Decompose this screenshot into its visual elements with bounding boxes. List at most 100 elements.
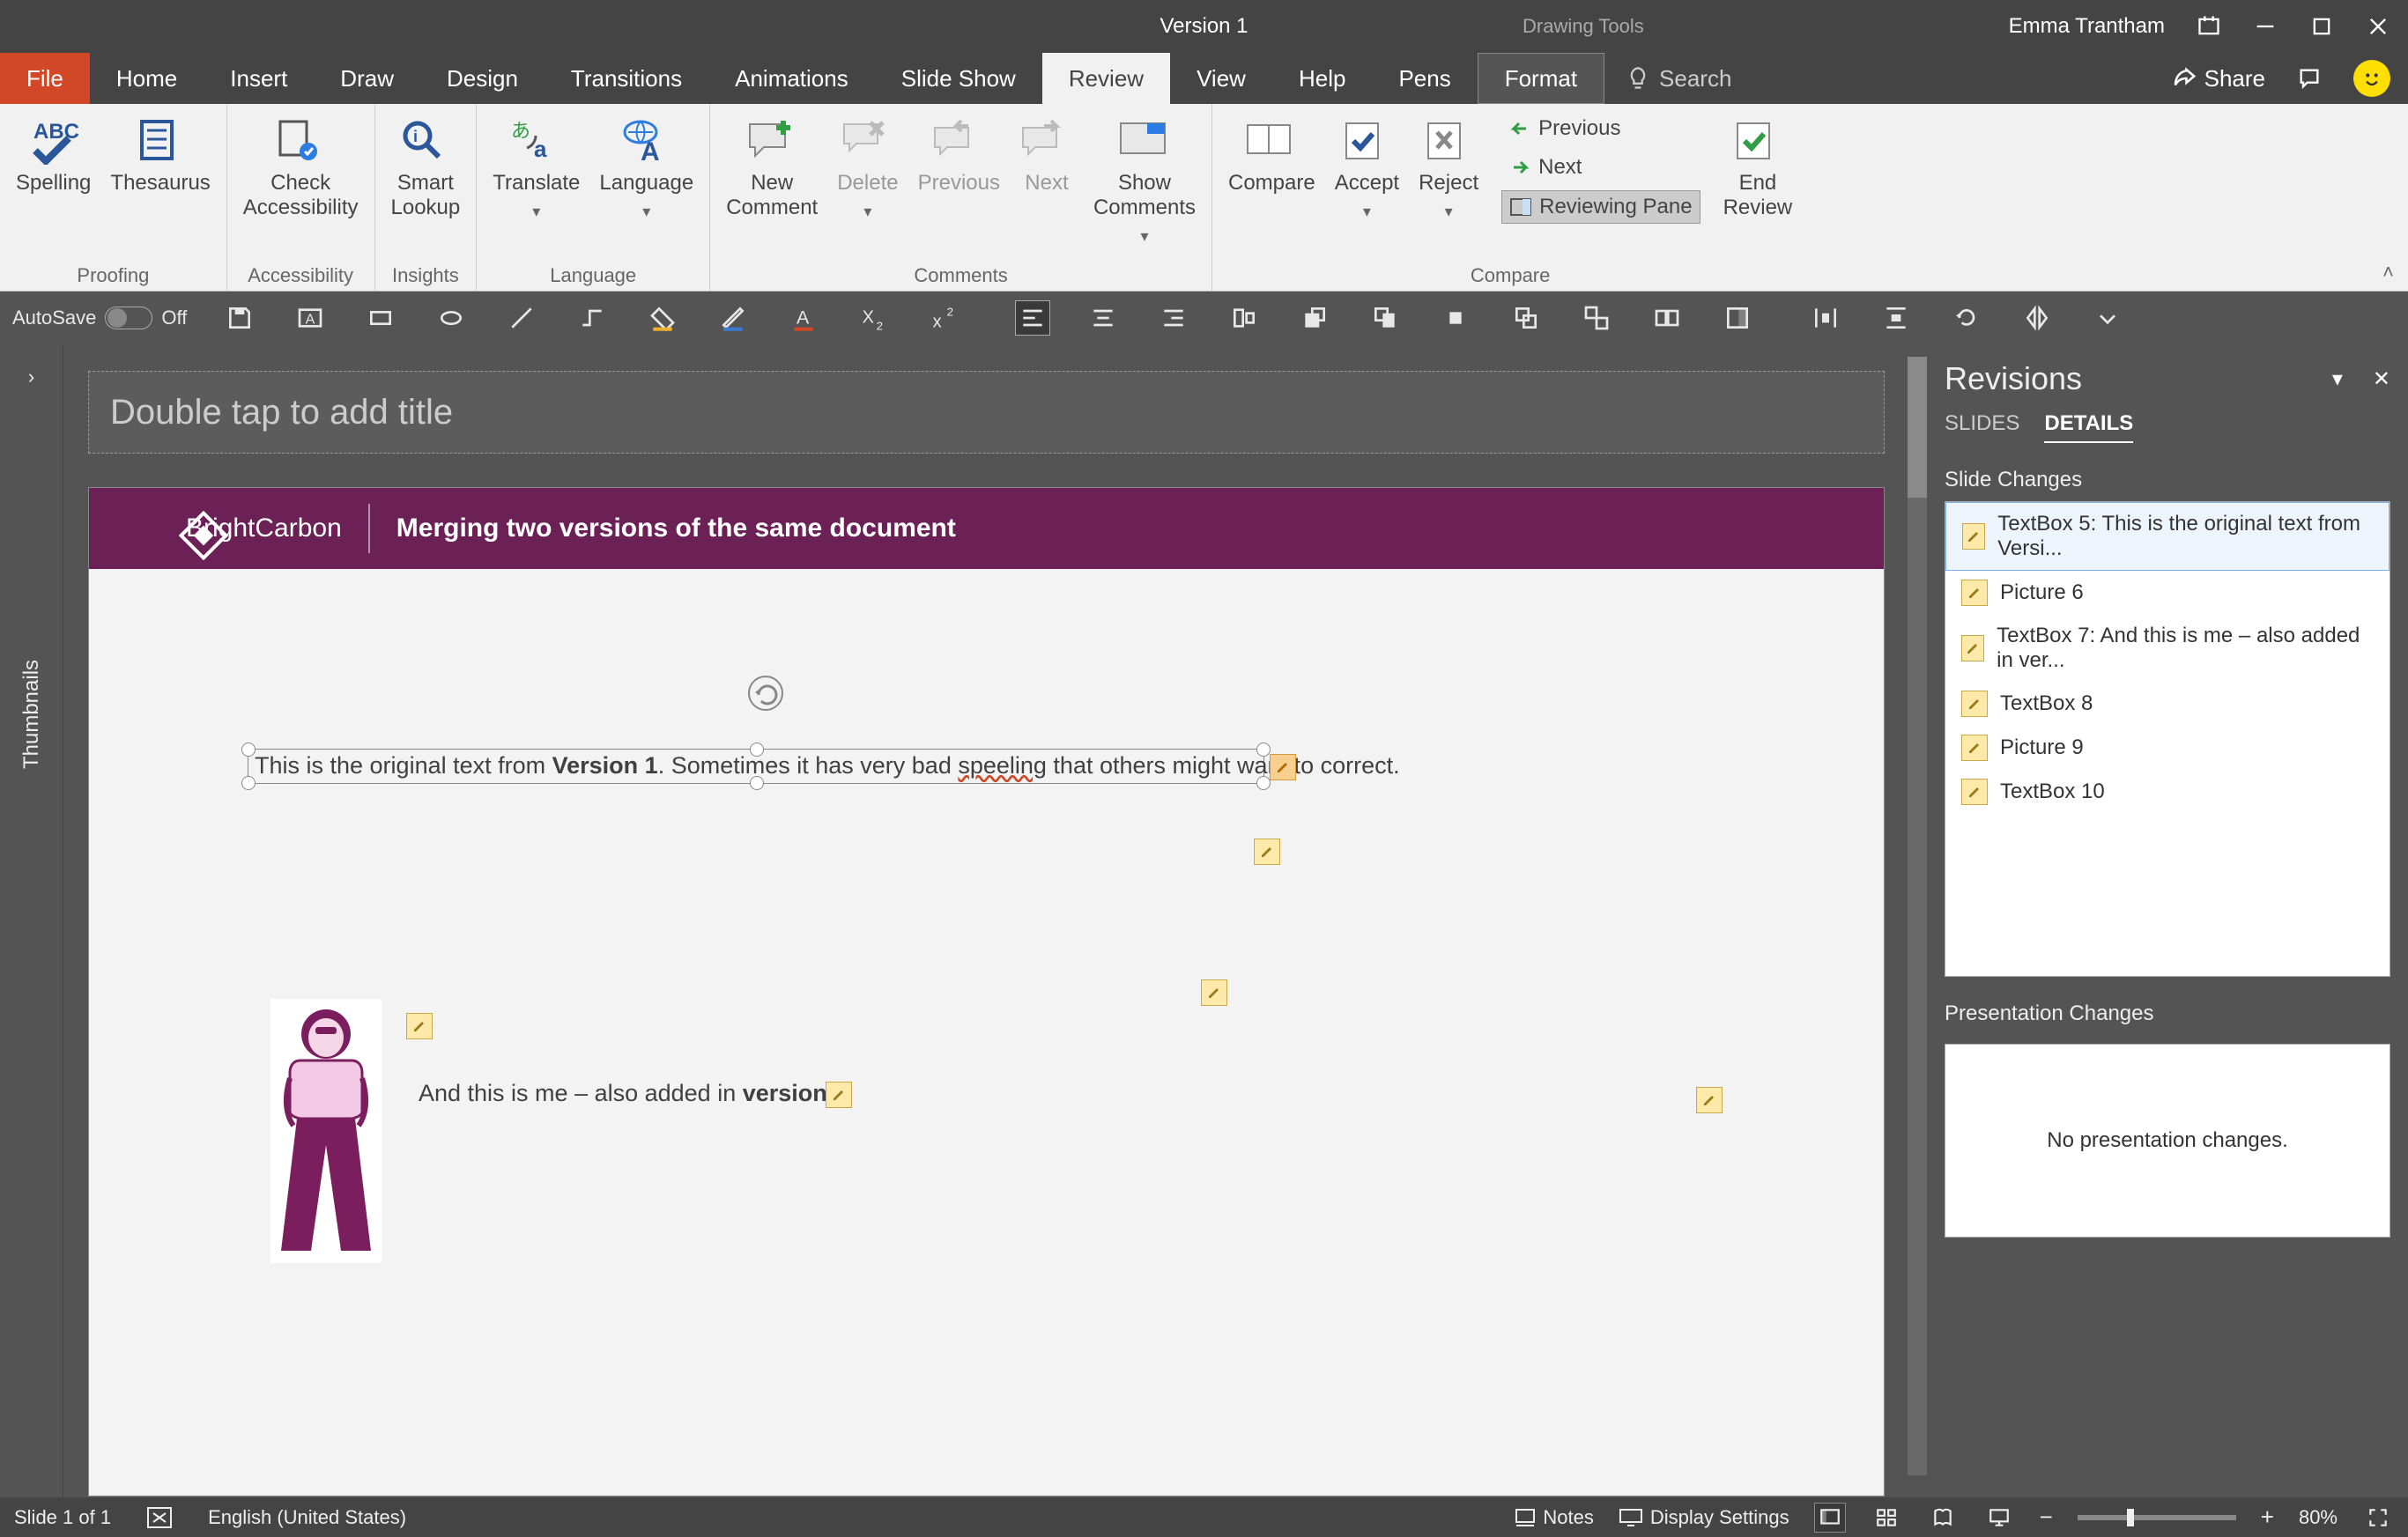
slide-change-item[interactable]: TextBox 8	[1945, 682, 2389, 726]
new-comment-button[interactable]: New Comment	[721, 109, 823, 224]
shape-outline-icon[interactable]	[715, 300, 751, 336]
paragraph-1[interactable]: This is the original text from Version 1…	[255, 752, 1400, 780]
close-pane-icon[interactable]: ✕	[2373, 366, 2390, 392]
distribute-vertical-icon[interactable]	[1878, 300, 1914, 336]
revision-marker-6[interactable]	[1696, 1087, 1723, 1113]
tab-draw[interactable]: Draw	[314, 53, 420, 104]
autosave-toggle[interactable]: AutoSave Off	[12, 307, 187, 329]
feedback-smiley-icon[interactable]	[2353, 60, 2390, 97]
font-color-icon[interactable]: A	[786, 300, 821, 336]
tab-review[interactable]: Review	[1042, 53, 1170, 104]
previous-change-button[interactable]: Previous	[1501, 113, 1700, 144]
normal-view-icon[interactable]	[1814, 1503, 1846, 1533]
canvas-scrollbar[interactable]	[1908, 357, 1927, 1475]
close-icon[interactable]	[2366, 14, 2390, 39]
tab-pens[interactable]: Pens	[1372, 53, 1477, 104]
tell-me-search[interactable]: Search	[1604, 53, 1752, 104]
connector-shape-icon[interactable]	[574, 300, 610, 336]
revision-marker-5[interactable]	[826, 1082, 852, 1108]
spell-check-status-icon[interactable]	[146, 1506, 173, 1529]
comments-pane-icon[interactable]	[2297, 66, 2322, 91]
tab-home[interactable]: Home	[90, 53, 204, 104]
tab-animations[interactable]: Animations	[708, 53, 875, 104]
bring-forward-icon[interactable]	[1297, 300, 1332, 336]
title-placeholder[interactable]: Double tap to add title	[88, 371, 1885, 454]
oval-shape-icon[interactable]	[433, 300, 469, 336]
revisions-tab-details[interactable]: DETAILS	[2044, 411, 2133, 443]
tab-insert[interactable]: Insert	[204, 53, 314, 104]
translate-button[interactable]: あa Translate ▾	[487, 109, 585, 227]
language-button[interactable]: A Language ▾	[594, 109, 699, 227]
slide-sorter-view-icon[interactable]	[1871, 1503, 1902, 1533]
display-settings-button[interactable]: Display Settings	[1619, 1506, 1789, 1529]
slide-change-item[interactable]: TextBox 7: And this is me – also added i…	[1945, 615, 2389, 682]
zoom-out-icon[interactable]: −	[2040, 1504, 2053, 1531]
rotate-icon[interactable]	[1949, 300, 1984, 336]
align-right-icon[interactable]	[1156, 300, 1191, 336]
fit-to-window-icon[interactable]	[2362, 1503, 2394, 1533]
revision-marker-4[interactable]	[406, 1013, 433, 1039]
tab-transitions[interactable]: Transitions	[545, 53, 708, 104]
minimize-icon[interactable]	[2253, 14, 2278, 39]
paragraph-2[interactable]: And this is me – also added in version 1	[419, 1080, 847, 1107]
align-objects-icon[interactable]	[1226, 300, 1262, 336]
textbox-icon[interactable]: A	[293, 300, 328, 336]
share-button[interactable]: Share	[2171, 65, 2265, 92]
align-left-icon[interactable]	[1015, 300, 1050, 336]
revision-marker-2[interactable]	[1254, 839, 1280, 865]
send-backward-icon[interactable]	[1367, 300, 1403, 336]
reading-view-icon[interactable]	[1927, 1503, 1959, 1533]
slide-change-item[interactable]: Picture 9	[1945, 726, 2389, 770]
group-icon[interactable]	[1579, 300, 1614, 336]
slide-change-item[interactable]: TextBox 5: This is the original text fro…	[1945, 502, 2389, 571]
revision-marker-3[interactable]	[1201, 979, 1227, 1006]
next-change-button[interactable]: Next	[1501, 151, 1700, 183]
thumbnails-rail[interactable]: › Thumbnails	[0, 344, 63, 1497]
slide-counter[interactable]: Slide 1 of 1	[14, 1506, 111, 1529]
next-comment-button[interactable]: Next	[1014, 109, 1079, 199]
check-accessibility-button[interactable]: Check Accessibility	[238, 109, 364, 224]
bring-front-icon[interactable]	[1438, 300, 1473, 336]
smart-lookup-button[interactable]: i Smart Lookup	[386, 109, 466, 224]
more-commands-icon[interactable]	[2090, 300, 2125, 336]
accept-button[interactable]: Accept▾	[1330, 109, 1404, 227]
zoom-slider[interactable]	[2078, 1515, 2236, 1520]
send-back-icon[interactable]	[1508, 300, 1544, 336]
save-icon[interactable]	[222, 300, 257, 336]
zoom-level[interactable]: 80%	[2299, 1506, 2338, 1529]
person-illustration[interactable]	[270, 999, 382, 1263]
notes-button[interactable]: Notes	[1515, 1506, 1593, 1529]
selection-pane-icon[interactable]	[1720, 300, 1755, 336]
tab-slideshow[interactable]: Slide Show	[875, 53, 1042, 104]
previous-comment-button[interactable]: Previous	[913, 109, 1005, 199]
expand-thumbnails-icon[interactable]: ›	[28, 366, 34, 388]
shape-fill-icon[interactable]	[645, 300, 680, 336]
revision-marker-1[interactable]	[1270, 754, 1296, 780]
reviewing-pane-button[interactable]: Reviewing Pane	[1501, 190, 1700, 224]
rotate-handle-icon[interactable]	[748, 676, 783, 711]
tab-file[interactable]: File	[0, 53, 90, 104]
revisions-options-icon[interactable]: ▾	[2332, 366, 2343, 392]
zoom-in-icon[interactable]: +	[2261, 1504, 2274, 1531]
language-status[interactable]: English (United States)	[208, 1506, 406, 1529]
slide-change-item[interactable]: Picture 6	[1945, 571, 2389, 615]
ribbon-display-options-icon[interactable]	[2197, 14, 2221, 39]
reject-button[interactable]: Reject▾	[1413, 109, 1484, 227]
compare-button[interactable]: Compare	[1223, 109, 1321, 199]
distribute-horizontal-icon[interactable]	[1808, 300, 1843, 336]
flip-horizontal-icon[interactable]	[2019, 300, 2055, 336]
spelling-button[interactable]: ABC Spelling	[11, 109, 96, 199]
delete-comment-button[interactable]: Delete▾	[832, 109, 903, 227]
ungroup-icon[interactable]	[1649, 300, 1685, 336]
subscript-icon[interactable]: X2	[856, 300, 892, 336]
line-shape-icon[interactable]	[504, 300, 539, 336]
show-comments-button[interactable]: Show Comments▾	[1088, 109, 1201, 252]
maximize-icon[interactable]	[2309, 14, 2334, 39]
slide[interactable]: BrightCarbon Merging two versions of the…	[88, 487, 1885, 1496]
tab-help[interactable]: Help	[1272, 53, 1372, 104]
align-center-icon[interactable]	[1085, 300, 1121, 336]
rectangle-shape-icon[interactable]	[363, 300, 398, 336]
slideshow-view-icon[interactable]	[1983, 1503, 2015, 1533]
collapse-ribbon-icon[interactable]: ˄	[2382, 261, 2394, 284]
tab-design[interactable]: Design	[420, 53, 545, 104]
